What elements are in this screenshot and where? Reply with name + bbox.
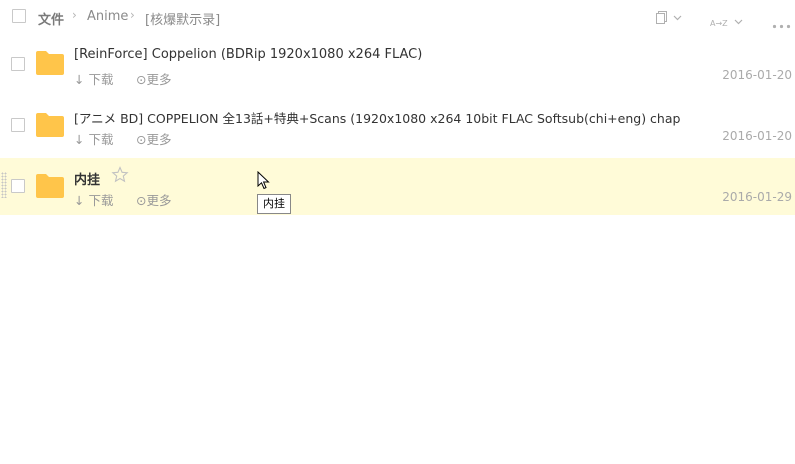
download-button[interactable]: ↓ 下载 bbox=[74, 129, 113, 148]
folder-icon bbox=[36, 174, 64, 198]
chevron-circle-icon: ⊙ bbox=[136, 72, 147, 87]
more-icon[interactable] bbox=[772, 14, 792, 33]
list-item[interactable]: 内挂 ↓ 下载 ⊙更多 2016-01-29 bbox=[0, 158, 795, 215]
download-label: 下载 bbox=[88, 132, 114, 147]
row-checkbox[interactable] bbox=[11, 179, 25, 193]
modified-date: 2016-01-20 bbox=[722, 129, 792, 143]
file-name[interactable]: [ReinForce] Coppelion (BDRip 1920x1080 x… bbox=[74, 47, 422, 62]
tooltip: 内挂 bbox=[257, 194, 291, 214]
breadcrumb-current: [核爆默示录] bbox=[145, 13, 221, 28]
row-checkbox[interactable] bbox=[11, 118, 25, 132]
chevron-circle-icon: ⊙ bbox=[136, 193, 147, 208]
more-label: 更多 bbox=[146, 72, 172, 87]
drag-handle-icon[interactable] bbox=[1, 172, 7, 198]
more-button[interactable]: ⊙更多 bbox=[136, 190, 172, 209]
chevron-circle-icon: ⊙ bbox=[136, 132, 147, 147]
breadcrumb-bar: 文件 › Anime › [核爆默示录] A→Z bbox=[0, 0, 795, 34]
folder-icon bbox=[36, 51, 64, 75]
arrow-down-icon: ↓ bbox=[74, 132, 85, 147]
list-item[interactable]: [アニメ BD] COPPELION 全13話+特典+Scans (1920x1… bbox=[0, 97, 795, 153]
arrow-down-icon: ↓ bbox=[74, 193, 85, 208]
more-label: 更多 bbox=[146, 193, 172, 208]
breadcrumb-anime[interactable]: Anime bbox=[87, 9, 128, 24]
row-checkbox[interactable] bbox=[11, 57, 25, 71]
sort-label: A→Z bbox=[710, 19, 728, 28]
copy-icon[interactable] bbox=[654, 10, 684, 29]
select-all-checkbox[interactable] bbox=[12, 9, 26, 23]
file-name[interactable]: 内挂 bbox=[74, 169, 100, 188]
download-label: 下载 bbox=[88, 72, 114, 87]
arrow-down-icon: ↓ bbox=[74, 72, 85, 87]
download-button[interactable]: ↓ 下载 bbox=[74, 190, 113, 209]
download-button[interactable]: ↓ 下载 bbox=[74, 69, 113, 88]
star-icon[interactable] bbox=[111, 166, 129, 188]
more-label: 更多 bbox=[146, 132, 172, 147]
modified-date: 2016-01-20 bbox=[722, 68, 792, 82]
download-label: 下载 bbox=[88, 193, 114, 208]
modified-date: 2016-01-29 bbox=[722, 190, 792, 204]
chevron-right-icon: › bbox=[72, 8, 77, 22]
folder-icon bbox=[36, 113, 64, 137]
breadcrumb-root[interactable]: 文件 bbox=[38, 9, 64, 28]
list-item[interactable]: [ReinForce] Coppelion (BDRip 1920x1080 x… bbox=[0, 38, 795, 94]
more-button[interactable]: ⊙更多 bbox=[136, 129, 172, 148]
chevron-right-icon: › bbox=[130, 8, 135, 22]
sort-icon[interactable]: A→Z bbox=[710, 11, 745, 30]
file-name[interactable]: [アニメ BD] COPPELION 全13話+特典+Scans (1920x1… bbox=[74, 108, 680, 127]
mouse-cursor-icon bbox=[257, 171, 270, 190]
more-button[interactable]: ⊙更多 bbox=[136, 69, 172, 88]
